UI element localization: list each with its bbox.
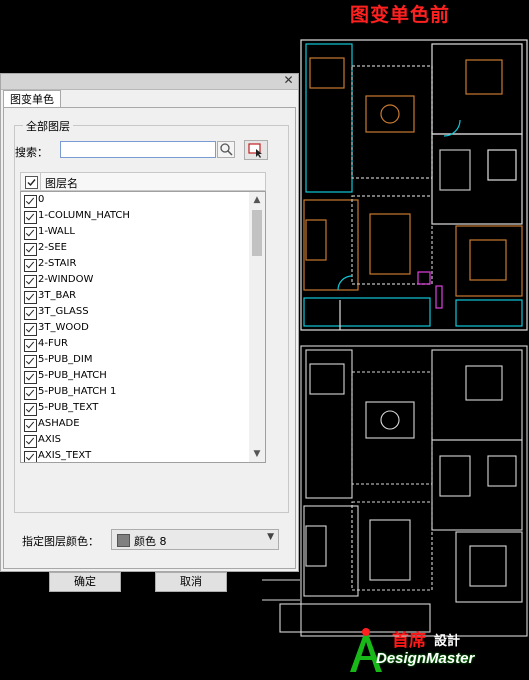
- layer-color-select[interactable]: 颜色 8 ▼: [111, 529, 279, 550]
- layer-list-header: 图层名: [20, 172, 266, 191]
- layer-row[interactable]: 2-STAIR: [21, 257, 249, 273]
- layer-checkbox[interactable]: [24, 307, 37, 320]
- layer-name: 3T_GLASS: [38, 306, 89, 317]
- layer-row[interactable]: 5-PUB_HATCH: [21, 369, 249, 385]
- dialog-titlebar[interactable]: ✕: [1, 73, 298, 90]
- layer-name: AXIS_TEXT: [38, 450, 92, 461]
- close-icon[interactable]: ✕: [282, 73, 295, 88]
- layer-checkbox[interactable]: [24, 435, 37, 448]
- layer-name: 2-STAIR: [38, 258, 77, 269]
- pick-object-icon: [248, 143, 262, 158]
- check-icon: [27, 179, 36, 187]
- tab-panel: 全部图层 搜索： 图层名 BALCONYAXIS_TEXT: [3, 107, 296, 592]
- layer-row[interactable]: 1-COLUMN_HATCH: [21, 209, 249, 225]
- layer-row[interactable]: ASHADE: [21, 417, 249, 433]
- scroll-up-icon[interactable]: ▲: [249, 192, 265, 208]
- layer-checkbox[interactable]: [24, 291, 37, 304]
- header-divider: [40, 173, 41, 190]
- layer-name: 1-COLUMN_HATCH: [38, 210, 130, 221]
- scroll-thumb[interactable]: [252, 210, 262, 256]
- column-header-layer-name[interactable]: 图层名: [45, 175, 78, 191]
- cad-heading: 图变单色前: [350, 4, 451, 26]
- layer-row[interactable]: 2-WINDOW: [21, 273, 249, 289]
- pick-layer-button[interactable]: [244, 140, 268, 160]
- layer-row[interactable]: AXIS_TEXT: [21, 449, 249, 462]
- layer-row[interactable]: 5-PUB_HATCH 1: [21, 385, 249, 401]
- layer-list[interactable]: BALCONYAXIS_TEXTAXISASHADE5-PUB_TEXT5-PU…: [20, 191, 266, 463]
- layer-row[interactable]: 1-WALL: [21, 225, 249, 241]
- cancel-button[interactable]: 取消: [155, 572, 227, 592]
- floor-plan-mono: [262, 345, 528, 637]
- layer-monochrome-dialog: ✕ 图变单色 全部图层 搜索： 图层名 AXIS_TEXT AXIS ASHAD…: [0, 73, 299, 592]
- group-label: 全部图层: [23, 118, 73, 134]
- layer-checkbox[interactable]: [24, 227, 37, 240]
- select-all-checkbox[interactable]: [25, 176, 38, 189]
- layer-checkbox[interactable]: [24, 323, 37, 336]
- layer-row[interactable]: 3T_GLASS: [21, 305, 249, 321]
- search-button[interactable]: [217, 141, 235, 158]
- layer-checkbox[interactable]: [24, 403, 37, 416]
- layer-name: ASHADE: [38, 418, 80, 429]
- logo-text-cn2: 設計: [434, 634, 461, 649]
- layer-name: 5-PUB_HATCH: [38, 370, 107, 381]
- chevron-down-icon: ▼: [267, 532, 274, 542]
- logo-text-en: DesignMaster: [376, 650, 475, 667]
- layer-checkbox[interactable]: [24, 243, 37, 256]
- layer-row[interactable]: AXIS: [21, 433, 249, 449]
- search-icon: [220, 143, 233, 156]
- layer-name: 5-PUB_DIM: [38, 354, 93, 365]
- layer-row[interactable]: 3T_BAR: [21, 289, 249, 305]
- layer-row[interactable]: 2-SEE: [21, 241, 249, 257]
- layer-checkbox[interactable]: [24, 275, 37, 288]
- layer-row[interactable]: 4-FUR: [21, 337, 249, 353]
- layer-row[interactable]: 5-PUB_TEXT: [21, 401, 249, 417]
- designmaster-logo: 首席 設計 DesignMaster: [346, 626, 526, 676]
- search-input[interactable]: [60, 141, 216, 158]
- layer-checkbox[interactable]: [24, 259, 37, 272]
- layer-name: AXIS: [38, 434, 61, 445]
- layer-name: 5-PUB_HATCH 1: [38, 386, 117, 397]
- layer-name: 3T_WOOD: [38, 322, 89, 333]
- layer-row[interactable]: 3T_WOOD: [21, 321, 249, 337]
- layer-row[interactable]: 5-PUB_DIM: [21, 353, 249, 369]
- logo-text-cn: 首席: [392, 631, 426, 651]
- layer-row[interactable]: 0: [21, 193, 249, 209]
- assign-color-label: 指定图层颜色：: [22, 535, 99, 548]
- tab-monochrome[interactable]: 图变单色: [3, 90, 61, 108]
- layer-checkbox[interactable]: [24, 195, 37, 208]
- vertical-scrollbar[interactable]: ▲ ▼: [249, 192, 265, 462]
- layer-checkbox[interactable]: [24, 339, 37, 352]
- layer-checkbox[interactable]: [24, 211, 37, 224]
- layer-name: 3T_BAR: [38, 290, 77, 301]
- layer-checkbox[interactable]: [24, 355, 37, 368]
- layer-checkbox[interactable]: [24, 419, 37, 432]
- layer-checkbox[interactable]: [24, 451, 37, 462]
- color-swatch: [117, 534, 130, 547]
- ok-button[interactable]: 确定: [49, 572, 121, 592]
- layer-name: 2-SEE: [38, 242, 67, 253]
- color-select-value: 颜色 8: [134, 535, 167, 548]
- layer-name: 5-PUB_TEXT: [38, 402, 99, 413]
- layer-checkbox[interactable]: [24, 371, 37, 384]
- layer-name: 4-FUR: [38, 338, 68, 349]
- layer-name: 2-WINDOW: [38, 274, 94, 285]
- layer-checkbox[interactable]: [24, 387, 37, 400]
- scroll-down-icon[interactable]: ▼: [249, 446, 265, 462]
- search-label: 搜索：: [15, 146, 48, 159]
- layer-name: 1-WALL: [38, 226, 75, 237]
- layer-name: 0: [38, 194, 45, 205]
- floor-plan-color: [300, 39, 528, 331]
